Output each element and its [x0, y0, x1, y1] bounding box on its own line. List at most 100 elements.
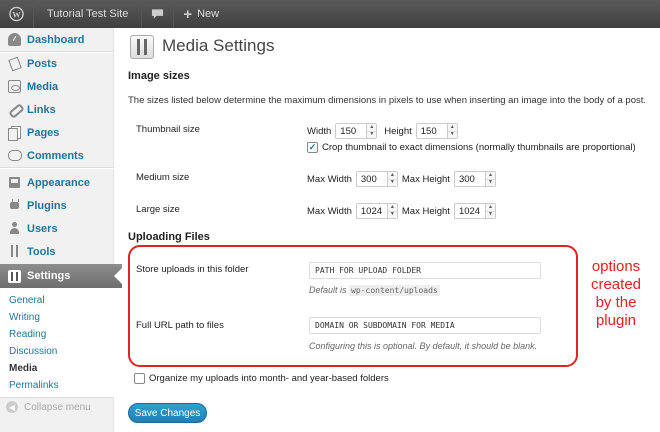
sidebar-item-label: Comments [27, 149, 84, 162]
links-icon [8, 103, 21, 116]
medium-max-height-input[interactable]: 300 ▲ ▼ [453, 171, 496, 187]
sidebar-item-label: Plugins [27, 199, 67, 212]
thumbnail-height-spinner[interactable]: ▲ ▼ [446, 124, 457, 139]
menu-separator [0, 167, 114, 169]
submenu-item-reading[interactable]: Reading [0, 326, 114, 343]
thumbnail-size-label: Thumbnail size [136, 124, 200, 135]
collapse-menu[interactable]: ◀ Collapse menu [6, 401, 91, 413]
plus-icon: + [183, 5, 193, 23]
settings-submenu: General Writing Reading Discussion Media… [0, 288, 114, 398]
organize-uploads-option: Organize my uploads into month- and year… [134, 373, 389, 384]
large-size-label: Large size [136, 204, 180, 215]
thumbnail-dimensions: Width 150 ▲ ▼ Height 150 ▲ ▼ [307, 123, 458, 139]
medium-max-width-spinner[interactable]: ▲ ▼ [386, 172, 397, 187]
thumbnail-height-label: Height [384, 125, 412, 137]
sidebar-item-label: Settings [27, 270, 71, 282]
sidebar-item-dashboard[interactable]: Dashboard [0, 28, 114, 51]
thumbnail-width-label: Width [307, 125, 332, 137]
svg-text:W: W [12, 9, 21, 19]
medium-max-width-label: Max Width [307, 173, 352, 185]
large-max-width-spinner[interactable]: ▲ ▼ [386, 204, 397, 219]
sidebar-item-media[interactable]: Media [0, 75, 114, 98]
upload-folder-help-prefix: Default is [309, 285, 347, 295]
thumbnail-height-input[interactable]: 150 ▲ ▼ [415, 123, 458, 139]
upload-folder-default-code: wp-content/uploads [349, 285, 440, 296]
posts-icon [8, 57, 21, 70]
sidebar-item-posts[interactable]: Posts [0, 52, 114, 75]
medium-size-label: Medium size [136, 172, 190, 183]
organize-uploads-checkbox[interactable] [134, 373, 145, 384]
full-url-help: Configuring this is optional. By default… [309, 341, 538, 351]
collapse-arrow-icon: ◀ [6, 401, 18, 413]
thumbnail-width-input[interactable]: 150 ▲ ▼ [335, 123, 378, 139]
sidebar-item-settings[interactable]: Settings [0, 264, 122, 288]
sidebar-item-tools[interactable]: Tools [0, 240, 114, 263]
sidebar-item-label: Dashboard [27, 33, 85, 46]
medium-max-width-input[interactable]: 300 ▲ ▼ [355, 171, 398, 187]
admin-bar-site-name[interactable]: Tutorial Test Site [34, 0, 143, 28]
media-icon [8, 80, 21, 93]
medium-max-height-value: 300 [458, 173, 475, 185]
large-max-height-input[interactable]: 1024 ▲ ▼ [453, 203, 496, 219]
wordpress-logo-icon[interactable]: W [0, 0, 34, 28]
sidebar-item-pages[interactable]: Pages [0, 121, 114, 144]
sidebar-item-label: Users [27, 222, 58, 235]
store-uploads-label: Store uploads in this folder [136, 264, 249, 275]
large-max-height-spinner[interactable]: ▲ ▼ [484, 204, 495, 219]
spin-down-icon[interactable]: ▼ [486, 180, 495, 187]
settings-icon [8, 269, 21, 283]
sidebar-item-appearance[interactable]: Appearance [0, 171, 114, 194]
thumbnail-height-value: 150 [420, 125, 437, 137]
large-max-width-label: Max Width [307, 205, 352, 217]
submenu-item-general[interactable]: General [0, 292, 114, 309]
spin-down-icon[interactable]: ▼ [367, 132, 376, 139]
admin-bar: W Tutorial Test Site + New [0, 0, 660, 28]
comments-icon [8, 149, 22, 162]
uploading-files-heading: Uploading Files [128, 231, 210, 243]
medium-max-height-spinner[interactable]: ▲ ▼ [484, 172, 495, 187]
image-sizes-heading: Image sizes [128, 70, 190, 82]
sidebar-item-label: Tools [27, 245, 56, 258]
sidebar-item-links[interactable]: Links [0, 98, 114, 121]
full-url-input[interactable]: DOMAIN OR SUBDOMAIN FOR MEDIA [309, 317, 541, 334]
submenu-item-discussion[interactable]: Discussion [0, 343, 114, 360]
admin-bar-new-label: New [197, 8, 220, 20]
plugins-icon [8, 199, 21, 212]
upload-folder-input[interactable]: PATH FOR UPLOAD FOLDER [309, 262, 541, 279]
submenu-item-writing[interactable]: Writing [0, 309, 114, 326]
medium-max-width-value: 300 [360, 173, 377, 185]
medium-dimensions: Max Width 300 ▲ ▼ Max Height 300 ▲ ▼ [307, 171, 496, 187]
sidebar-item-label: Pages [27, 126, 60, 139]
page-title: Media Settings [162, 36, 275, 55]
spin-down-icon[interactable]: ▼ [486, 212, 495, 219]
plugin-annotation: options created by the plugin [590, 258, 642, 329]
comments-bubble-icon[interactable] [142, 0, 175, 28]
spin-down-icon[interactable]: ▼ [388, 212, 397, 219]
organize-uploads-label: Organize my uploads into month- and year… [149, 373, 389, 384]
medium-max-height-label: Max Height [401, 173, 450, 185]
sidebar-item-label: Links [27, 103, 56, 116]
sidebar-item-plugins[interactable]: Plugins [0, 194, 114, 217]
sidebar-item-label: Posts [27, 57, 57, 70]
spin-down-icon[interactable]: ▼ [388, 180, 397, 187]
thumbnail-width-value: 150 [340, 125, 357, 137]
spin-down-icon[interactable]: ▼ [448, 132, 457, 139]
crop-thumbnail-option: ✓ Crop thumbnail to exact dimensions (no… [307, 142, 636, 153]
large-max-height-label: Max Height [401, 205, 450, 217]
sidebar-item-comments[interactable]: Comments [0, 144, 114, 167]
sidebar-item-users[interactable]: Users [0, 217, 114, 240]
main-content: Media Settings Image sizes The sizes lis… [128, 28, 660, 432]
submenu-item-media[interactable]: Media [0, 360, 114, 377]
sidebar-item-label: Media [27, 80, 59, 93]
tools-icon [8, 245, 21, 258]
admin-bar-new[interactable]: + New [174, 0, 228, 28]
save-changes-button[interactable]: Save Changes [128, 403, 207, 423]
large-max-width-input[interactable]: 1024 ▲ ▼ [355, 203, 398, 219]
collapse-menu-label: Collapse menu [24, 401, 91, 413]
image-sizes-description: The sizes listed below determine the max… [128, 95, 647, 106]
submenu-item-permalinks[interactable]: Permalinks [0, 377, 114, 394]
crop-thumbnail-checkbox[interactable]: ✓ [307, 142, 318, 153]
admin-sidebar: Dashboard Posts Media Links Pages Commen… [0, 28, 122, 432]
thumbnail-width-spinner[interactable]: ▲ ▼ [366, 124, 377, 139]
large-max-height-value: 1024 [458, 205, 481, 217]
